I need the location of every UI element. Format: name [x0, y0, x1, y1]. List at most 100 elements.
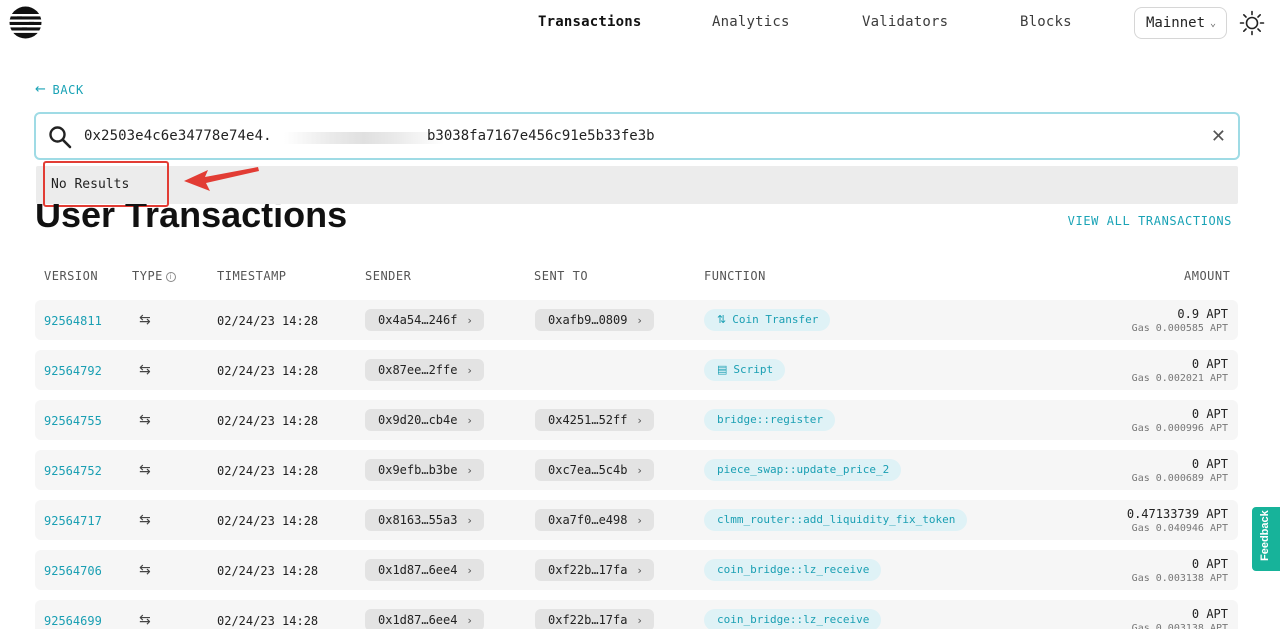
sent-to-address-button[interactable]: 0xf22b…17fa › [535, 609, 654, 629]
nav-transactions[interactable]: Transactions [538, 14, 642, 30]
sender-address-button[interactable]: 0x1d87…6ee4 › [365, 559, 484, 581]
chevron-right-icon: › [637, 414, 642, 427]
clear-icon[interactable]: ✕ [1211, 126, 1226, 147]
column-header-amount: AMOUNT [1184, 269, 1231, 283]
user-transaction-type-icon: ⇆ [139, 612, 151, 628]
table-row[interactable]: 92564699 ⇆ 02/24/23 14:28 0x1d87…6ee4 › 0xf22… [35, 600, 1238, 629]
function-badge[interactable]: piece_swap::update_price_2 [704, 459, 902, 481]
user-transaction-type-icon: ⇆ [139, 562, 151, 578]
column-header-type-label: TYPE [132, 269, 163, 283]
annotation-box [43, 161, 169, 207]
sent-to-address: 0xafb9…0809 [548, 313, 628, 327]
sent-to-address: 0xa7f0…e498 [548, 513, 628, 527]
table-row[interactable]: 92564811 ⇆ 02/24/23 14:28 0x4a54…246f › 0xafb… [35, 300, 1238, 340]
version-link[interactable]: 92564706 [44, 564, 102, 578]
gas-fee: Gas 0.003138 APT [1131, 573, 1228, 584]
sent-to-address-button[interactable]: 0xc7ea…5c4b › [535, 459, 654, 481]
search-value-end: b3038fa7167e456c91e5b33fe3b [427, 128, 655, 144]
user-transaction-type-icon: ⇆ [139, 512, 151, 528]
sender-address-button[interactable]: 0x1d87…6ee4 › [365, 609, 484, 629]
sent-to-address: 0xc7ea…5c4b [548, 463, 628, 477]
sender-address: 0x4a54…246f [378, 313, 458, 327]
table-row[interactable]: 92564706 ⇆ 02/24/23 14:28 0x1d87…6ee4 › 0xf22… [35, 550, 1238, 590]
column-header-sent-to: SENT TO [534, 269, 589, 283]
timestamp: 02/24/23 14:28 [217, 514, 319, 528]
annotation-arrow-icon [184, 167, 259, 191]
gas-fee: Gas 0.003138 APT [1131, 623, 1228, 629]
sent-to-address-button[interactable]: 0xafb9…0809 › [535, 309, 654, 331]
chevron-right-icon: › [467, 314, 472, 327]
function-badge[interactable]: ▤ Script [704, 359, 786, 381]
table-row[interactable]: 92564792 ⇆ 02/24/23 14:28 0x87ee…2ffe › ▤ Scri… [35, 350, 1238, 390]
search-value-start: 0x2503e4c6e34778e74e4. [84, 128, 272, 144]
timestamp: 02/24/23 14:28 [217, 464, 319, 478]
chevron-right-icon: › [467, 514, 472, 527]
chevron-right-icon: › [637, 614, 642, 627]
version-link[interactable]: 92564717 [44, 514, 102, 528]
redacted-blur [284, 132, 444, 144]
function-name: coin_bridge::lz_receive [717, 563, 870, 576]
version-link[interactable]: 92564792 [44, 364, 102, 378]
function-name: clmm_router::add_liquidity_fix_token [717, 513, 956, 526]
nav-validators[interactable]: Validators [862, 14, 948, 30]
sender-address: 0x9efb…b3be [378, 463, 458, 477]
function-badge[interactable]: coin_bridge::lz_receive [704, 559, 882, 581]
feedback-tab[interactable]: Feedback [1252, 507, 1280, 571]
function-badge[interactable]: ⇅ Coin Transfer [704, 309, 831, 331]
feedback-label: Feedback [1259, 510, 1271, 561]
column-header-function: FUNCTION [704, 269, 766, 283]
version-link[interactable]: 92564755 [44, 414, 102, 428]
function-badge[interactable]: bridge::register [704, 409, 835, 431]
back-button[interactable]: ← BACK [35, 82, 84, 97]
version-link[interactable]: 92564811 [44, 314, 102, 328]
amount: 0.9 APT [1177, 307, 1228, 321]
theme-toggle-sun-icon[interactable] [1239, 10, 1265, 36]
amount: 0 APT [1191, 557, 1228, 571]
function-name: bridge::register [717, 413, 823, 426]
gas-fee: Gas 0.000996 APT [1131, 423, 1228, 434]
table-row[interactable]: 92564752 ⇆ 02/24/23 14:28 0x9efb…b3be › 0xc7e… [35, 450, 1238, 490]
user-transaction-type-icon: ⇆ [139, 312, 151, 328]
sender-address-button[interactable]: 0x9efb…b3be › [365, 459, 484, 481]
search-input[interactable]: 0x2503e4c6e34778e74e4. b3038fa7167e456c9… [34, 112, 1240, 160]
timestamp: 02/24/23 14:28 [217, 314, 319, 328]
gas-fee: Gas 0.000689 APT [1131, 473, 1228, 484]
sent-to-address-button[interactable]: 0xf22b…17fa › [535, 559, 654, 581]
table-row[interactable]: 92564717 ⇆ 02/24/23 14:28 0x8163…55a3 › 0xa7f… [35, 500, 1238, 540]
sent-to-address-button[interactable]: 0xa7f0…e498 › [535, 509, 654, 531]
arrow-left-icon: ← [35, 82, 47, 97]
sent-to-address: 0xf22b…17fa [548, 613, 628, 627]
network-select-value: Mainnet [1146, 15, 1206, 31]
info-icon[interactable]: i [165, 272, 176, 282]
version-link[interactable]: 92564699 [44, 614, 102, 628]
sender-address-button[interactable]: 0x87ee…2ffe › [365, 359, 484, 381]
sender-address-button[interactable]: 0x8163…55a3 › [365, 509, 484, 531]
view-all-transactions-link[interactable]: VIEW ALL TRANSACTIONS [1068, 214, 1232, 228]
chevron-right-icon: › [467, 414, 472, 427]
network-select[interactable]: Mainnet ⌄ [1134, 7, 1227, 39]
sender-address: 0x9d20…cb4e [378, 413, 458, 427]
search-icon [49, 126, 72, 149]
sender-address-button[interactable]: 0x9d20…cb4e › [365, 409, 484, 431]
chevron-right-icon: › [637, 464, 642, 477]
app-logo-icon[interactable] [9, 6, 42, 39]
version-link[interactable]: 92564752 [44, 464, 102, 478]
sent-to-address: 0xf22b…17fa [548, 563, 628, 577]
sender-address: 0x8163…55a3 [378, 513, 458, 527]
gas-fee: Gas 0.000585 APT [1131, 323, 1228, 334]
chevron-right-icon: › [467, 464, 472, 477]
gas-fee: Gas 0.002021 APT [1131, 373, 1228, 384]
table-row[interactable]: 92564755 ⇆ 02/24/23 14:28 0x9d20…cb4e › 0x425… [35, 400, 1238, 440]
sent-to-address: 0x4251…52ff [548, 413, 628, 427]
chevron-right-icon: › [637, 564, 642, 577]
nav-analytics[interactable]: Analytics [712, 14, 790, 30]
column-header-type: TYPE i [132, 269, 176, 283]
function-badge[interactable]: clmm_router::add_liquidity_fix_token [704, 509, 968, 531]
sender-address-button[interactable]: 0x4a54…246f › [365, 309, 484, 331]
amount: 0 APT [1191, 457, 1228, 471]
chevron-down-icon: ⌄ [1210, 17, 1217, 29]
chevron-right-icon: › [637, 514, 642, 527]
function-badge[interactable]: coin_bridge::lz_receive [704, 609, 882, 629]
sent-to-address-button[interactable]: 0x4251…52ff › [535, 409, 654, 431]
nav-blocks[interactable]: Blocks [1020, 14, 1072, 30]
